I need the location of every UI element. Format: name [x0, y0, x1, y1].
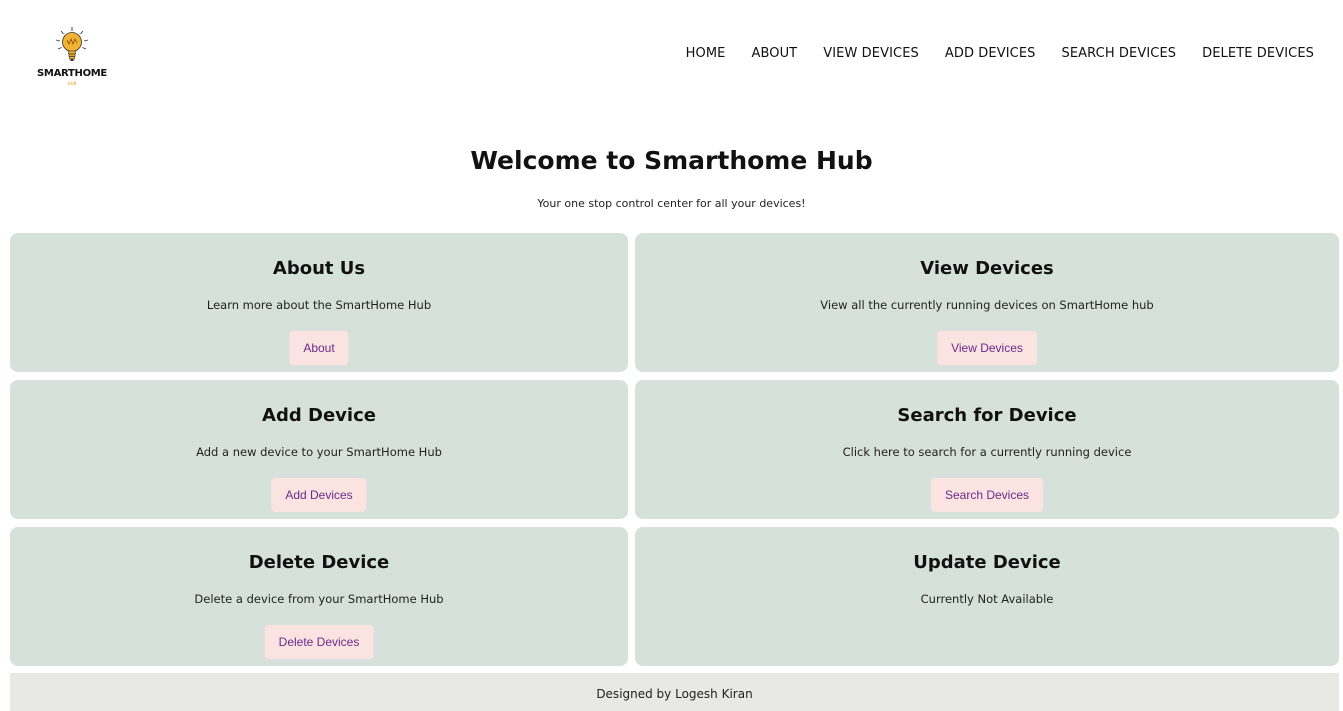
- card-title: Search for Device: [897, 405, 1077, 426]
- card-title: Delete Device: [248, 552, 390, 573]
- card-title: Add Device: [262, 405, 376, 426]
- site-footer: Designed by Logesh Kiran: [10, 673, 1339, 711]
- card-title: About Us: [272, 258, 366, 279]
- delete-devices-button[interactable]: Delete Devices: [264, 625, 374, 659]
- card-description: Click here to search for a currently run…: [842, 445, 1132, 459]
- nav-search-devices[interactable]: SEARCH DEVICES: [1049, 44, 1190, 64]
- add-device-card: Add Device Add a new device to your Smar…: [10, 380, 628, 519]
- card-description: Learn more about the SmartHome Hub: [206, 298, 432, 312]
- card-description: View all the currently running devices o…: [820, 298, 1154, 312]
- nav-home[interactable]: HOME: [673, 44, 739, 64]
- search-device-card: Search for Device Click here to search f…: [635, 380, 1339, 519]
- page-subtitle: Your one stop control center for all you…: [537, 197, 806, 210]
- nav-add-devices[interactable]: ADD DEVICES: [932, 44, 1049, 64]
- main-nav: HOME ABOUT VIEW DEVICES ADD DEVICES SEAR…: [673, 44, 1327, 64]
- add-devices-button[interactable]: Add Devices: [271, 478, 367, 512]
- view-devices-card: View Devices View all the currently runn…: [635, 233, 1339, 372]
- nav-delete-devices[interactable]: DELETE DEVICES: [1189, 44, 1327, 64]
- card-description: Add a new device to your SmartHome Hub: [196, 445, 442, 459]
- logo-sub-text: HUB: [67, 81, 77, 86]
- logo-brand-text: SMARTHOME: [37, 68, 107, 79]
- card-description: Currently Not Available: [920, 592, 1054, 606]
- footer-credit: Designed by Logesh Kiran: [596, 687, 753, 701]
- logo[interactable]: SMARTHOME HUB: [36, 26, 108, 92]
- nav-about[interactable]: ABOUT: [738, 44, 810, 64]
- search-devices-button[interactable]: Search Devices: [930, 478, 1044, 512]
- update-device-card: Update Device Currently Not Available: [635, 527, 1339, 666]
- card-title: Update Device: [913, 552, 1061, 573]
- card-title: View Devices: [920, 258, 1054, 279]
- about-card: About Us Learn more about the SmartHome …: [10, 233, 628, 372]
- page-title: Welcome to Smarthome Hub: [470, 146, 873, 175]
- site-header: SMARTHOME HUB HOME ABOUT VIEW DEVICES AD…: [0, 0, 1343, 110]
- about-button[interactable]: About: [289, 331, 349, 365]
- nav-view-devices[interactable]: VIEW DEVICES: [810, 44, 932, 64]
- delete-device-card: Delete Device Delete a device from your …: [10, 527, 628, 666]
- card-description: Delete a device from your SmartHome Hub: [194, 592, 444, 606]
- lightbulb-icon: [55, 27, 89, 61]
- view-devices-button[interactable]: View Devices: [937, 331, 1037, 365]
